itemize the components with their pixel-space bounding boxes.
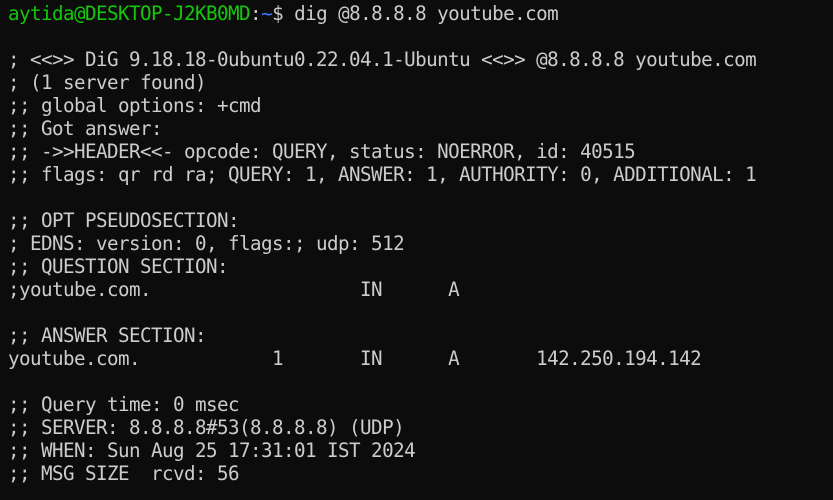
prompt-symbol: $ — [272, 2, 295, 25]
output-line: ;; SERVER: 8.8.8.8#53(8.8.8.8) (UDP) — [8, 416, 405, 439]
output-line: ;; ANSWER SECTION: — [8, 324, 207, 347]
command-text: dig @8.8.8.8 youtube.com — [294, 2, 559, 25]
output-line: ;; Query time: 0 msec — [8, 393, 240, 416]
prompt-separator: : — [250, 2, 262, 25]
prompt-user-host: aytida@DESKTOP-J2KB0MD — [8, 2, 251, 25]
output-line: ;; OPT PSEUDOSECTION: — [8, 209, 240, 232]
output-line: ; EDNS: version: 0, flags:; udp: 512 — [8, 232, 405, 255]
output-line: ;; Got answer: — [8, 117, 163, 140]
output-line: ;; WHEN: Sun Aug 25 17:31:01 IST 2024 — [8, 439, 416, 462]
output-line: ; <<>> DiG 9.18.18-0ubuntu0.22.04.1-Ubun… — [8, 48, 757, 71]
output-line: ;; global options: +cmd — [8, 94, 262, 117]
output-line: ;; ->>HEADER<<- opcode: QUERY, status: N… — [8, 140, 636, 163]
output-line: youtube.com. 1 IN A 142.250.194.142 — [8, 347, 702, 370]
output-line: ;; QUESTION SECTION: — [8, 255, 229, 278]
prompt-path: ~ — [261, 2, 273, 25]
output-line: ;; flags: qr rd ra; QUERY: 1, ANSWER: 1,… — [8, 163, 757, 186]
output-line: ;; MSG SIZE rcvd: 56 — [8, 462, 240, 485]
output-line: ; (1 server found) — [8, 71, 207, 94]
terminal-window[interactable]: aytida@DESKTOP-J2KB0MD:~$ dig @8.8.8.8 y… — [8, 2, 833, 500]
output-line: ;youtube.com. IN A — [8, 278, 460, 301]
prompt-line: aytida@DESKTOP-J2KB0MD:~$ dig @8.8.8.8 y… — [8, 2, 833, 25]
